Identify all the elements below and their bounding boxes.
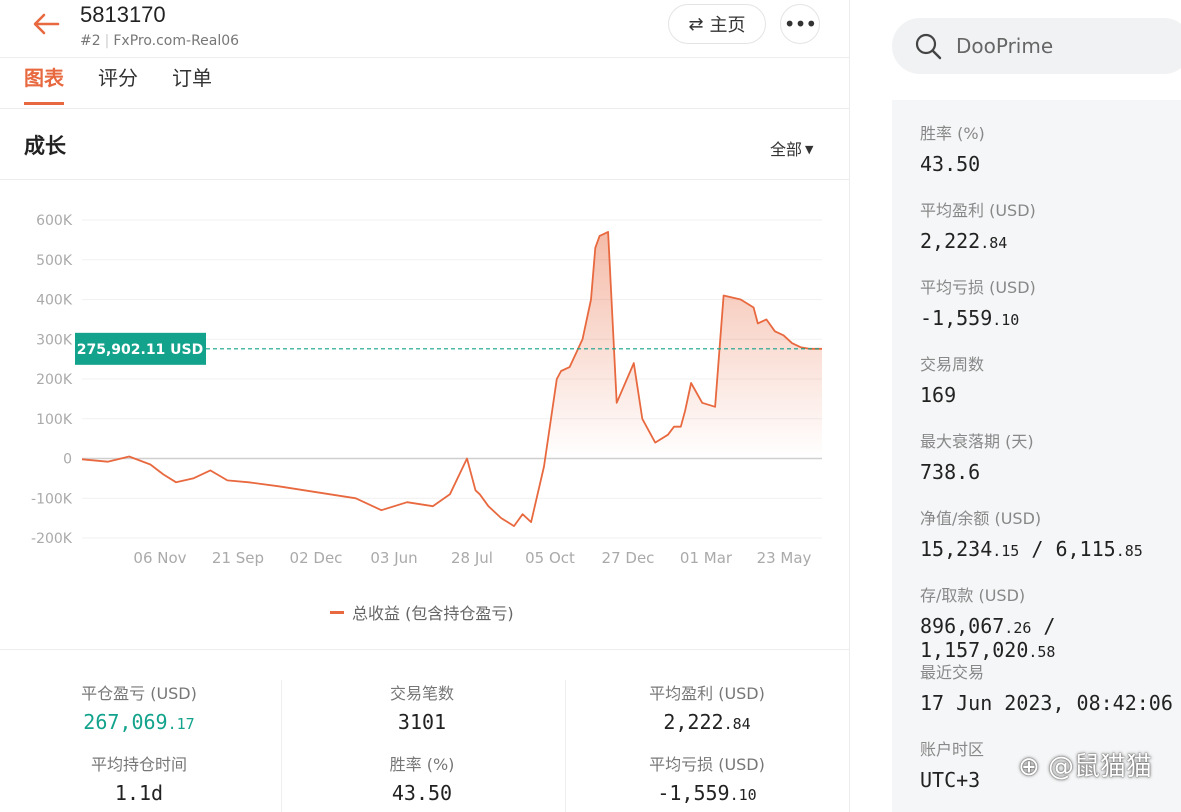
y-tick-label: 0: [63, 452, 72, 468]
info-value: -1,559.10: [920, 306, 1020, 330]
divider: [0, 649, 850, 650]
divider: [565, 680, 566, 812]
info-max-drawdown-period: 最大衰落期 (天) 738.6: [920, 428, 1034, 484]
legend-label: 总收益 (包含持仓盈亏): [352, 604, 514, 623]
tab-chart[interactable]: 图表: [24, 62, 64, 105]
stats-grid: 平仓盈亏 (USD) 267,069.17 交易笔数 3101 平均盈利 (US…: [0, 664, 850, 812]
info-value: 43.50: [920, 152, 981, 176]
info-deposit-withdrawal: 存/取款 (USD) 896,067.26 / 1,157,020.58: [920, 582, 1181, 662]
stat-avg-profit: 平均盈利 (USD) 2,222.84: [622, 680, 792, 734]
caret-down-icon: ▼: [805, 143, 814, 156]
info-label: 最近交易: [920, 663, 985, 682]
info-label: 胜率 (%): [920, 124, 985, 143]
more-options-button[interactable]: •••: [780, 4, 820, 44]
range-dropdown-label: 全部: [770, 140, 803, 159]
x-tick-label: 05 Oct: [525, 549, 575, 567]
back-arrow-icon[interactable]: [30, 10, 62, 38]
info-value: 738.6: [920, 460, 981, 484]
y-tick-label: 100K: [36, 412, 73, 428]
x-tick-label: 23 May: [757, 549, 812, 567]
info-avg-profit: 平均盈利 (USD) 2,222.84: [920, 197, 1036, 253]
stat-value: 3101: [397, 710, 447, 734]
y-tick-label: 500K: [36, 253, 73, 269]
stat-closed-pnl: 平仓盈亏 (USD) 267,069.17: [54, 680, 224, 734]
info-timezone: 账户时区 UTC+3: [920, 736, 984, 792]
stat-trades: 交易笔数 3101: [337, 680, 507, 734]
rank-label: #2: [80, 33, 101, 49]
server-label: FxPro.com-Real06: [113, 33, 240, 49]
info-value: 15,234.15 / 6,115.85: [920, 537, 1143, 561]
info-label: 平均盈利 (USD): [920, 201, 1036, 220]
tab-orders[interactable]: 订单: [172, 62, 212, 105]
y-tick-label: -100K: [31, 491, 73, 507]
stat-label: 平均持仓时间: [90, 755, 187, 774]
home-button-label: 主页: [709, 15, 746, 36]
tab-rating[interactable]: 评分: [98, 62, 138, 105]
info-last-trade: 最近交易 17 Jun 2023, 08:42:06: [920, 659, 1173, 715]
stat-value: 1.1d: [114, 781, 164, 805]
info-label: 平均亏损 (USD): [920, 278, 1036, 297]
search-icon: [915, 33, 942, 60]
y-tick-label: 300K: [36, 332, 73, 348]
x-tick-label: 03 Jun: [370, 549, 417, 567]
y-tick-label: 200K: [36, 372, 73, 388]
section-title: 成长: [24, 134, 66, 158]
range-dropdown[interactable]: 全部 ▼: [770, 136, 813, 160]
stat-win-rate: 胜率 (%) 43.50: [337, 751, 507, 805]
y-tick-label: 400K: [36, 293, 73, 309]
info-label: 净值/余额 (USD): [920, 509, 1042, 528]
search-placeholder: DooPrime: [956, 34, 1054, 58]
divider: [281, 680, 282, 812]
more-icon: •••: [783, 12, 817, 36]
growth-chart[interactable]: 600K 500K 400K 300K 200K 100K 0 -100K -200K 06 No…: [0, 180, 850, 580]
info-label: 交易周数: [920, 355, 985, 374]
y-tick-label: 600K: [36, 213, 73, 229]
swap-icon: ⇄: [688, 13, 704, 35]
divider: [0, 108, 850, 109]
stat-value: 267,069.17: [83, 710, 195, 734]
account-subtitle: #2 | FxPro.com-Real06: [80, 33, 240, 49]
stat-label: 平均亏损 (USD): [649, 755, 765, 774]
home-button[interactable]: ⇄ 主页: [668, 4, 766, 44]
stat-value: 2,222.84: [663, 710, 751, 734]
x-tick-label: 28 Jul: [451, 549, 493, 567]
stat-value: 43.50: [391, 781, 453, 805]
x-tick-label: 02 Dec: [290, 549, 343, 567]
stat-label: 胜率 (%): [389, 755, 455, 774]
stat-label: 平均盈利 (USD): [649, 684, 765, 703]
info-avg-loss: 平均亏损 (USD) -1,559.10: [920, 274, 1036, 330]
stat-label: 平仓盈亏 (USD): [81, 684, 197, 703]
info-value: 2,222.84: [920, 229, 1008, 253]
account-panel: 5813170 #2 | FxPro.com-Real06 ⇄ 主页 ••• 图表 …: [0, 0, 850, 812]
divider: [0, 57, 850, 58]
stat-avg-loss: 平均亏损 (USD) -1,559.10: [622, 751, 792, 805]
stat-avg-hold-time: 平均持仓时间 1.1d: [54, 751, 224, 805]
account-info-card: 胜率 (%) 43.50 平均盈利 (USD) 2,222.84 平均亏损 (U…: [892, 100, 1181, 812]
chart-legend[interactable]: 总收益 (包含持仓盈亏): [330, 600, 514, 624]
legend-swatch: [330, 610, 344, 614]
stat-value: -1,559.10: [657, 781, 757, 805]
stat-label: 交易笔数: [389, 684, 454, 703]
x-tick-label: 01 Mar: [680, 549, 733, 567]
info-label: 最大衰落期 (天): [920, 432, 1034, 451]
tab-bar: 图表 评分 订单: [24, 62, 212, 105]
account-id: 5813170: [80, 2, 166, 27]
watermark: ⊕ @鼠猫猫: [1018, 752, 1153, 782]
info-trading-weeks: 交易周数 169: [920, 351, 984, 407]
info-equity-balance: 净值/余额 (USD) 15,234.15 / 6,115.85: [920, 505, 1143, 561]
sidebar: DooPrime 胜率 (%) 43.50 平均盈利 (USD) 2,222.8…: [850, 0, 1181, 812]
info-label: 存/取款 (USD): [920, 586, 1026, 605]
x-tick-label: 06 Nov: [133, 549, 186, 567]
info-label: 账户时区: [920, 740, 985, 759]
search-input[interactable]: DooPrime: [892, 18, 1181, 74]
current-value-label: 275,902.11 USD: [77, 342, 204, 358]
y-tick-label: -200K: [31, 531, 73, 547]
x-tick-label: 21 Sep: [212, 549, 264, 567]
info-win-rate: 胜率 (%) 43.50: [920, 120, 985, 176]
info-value: 169: [920, 383, 957, 407]
info-value: 17 Jun 2023, 08:42:06: [920, 691, 1173, 715]
info-value: UTC+3: [920, 768, 981, 792]
info-value: 896,067.26 / 1,157,020.58: [920, 614, 1056, 662]
x-tick-label: 27 Dec: [602, 549, 655, 567]
